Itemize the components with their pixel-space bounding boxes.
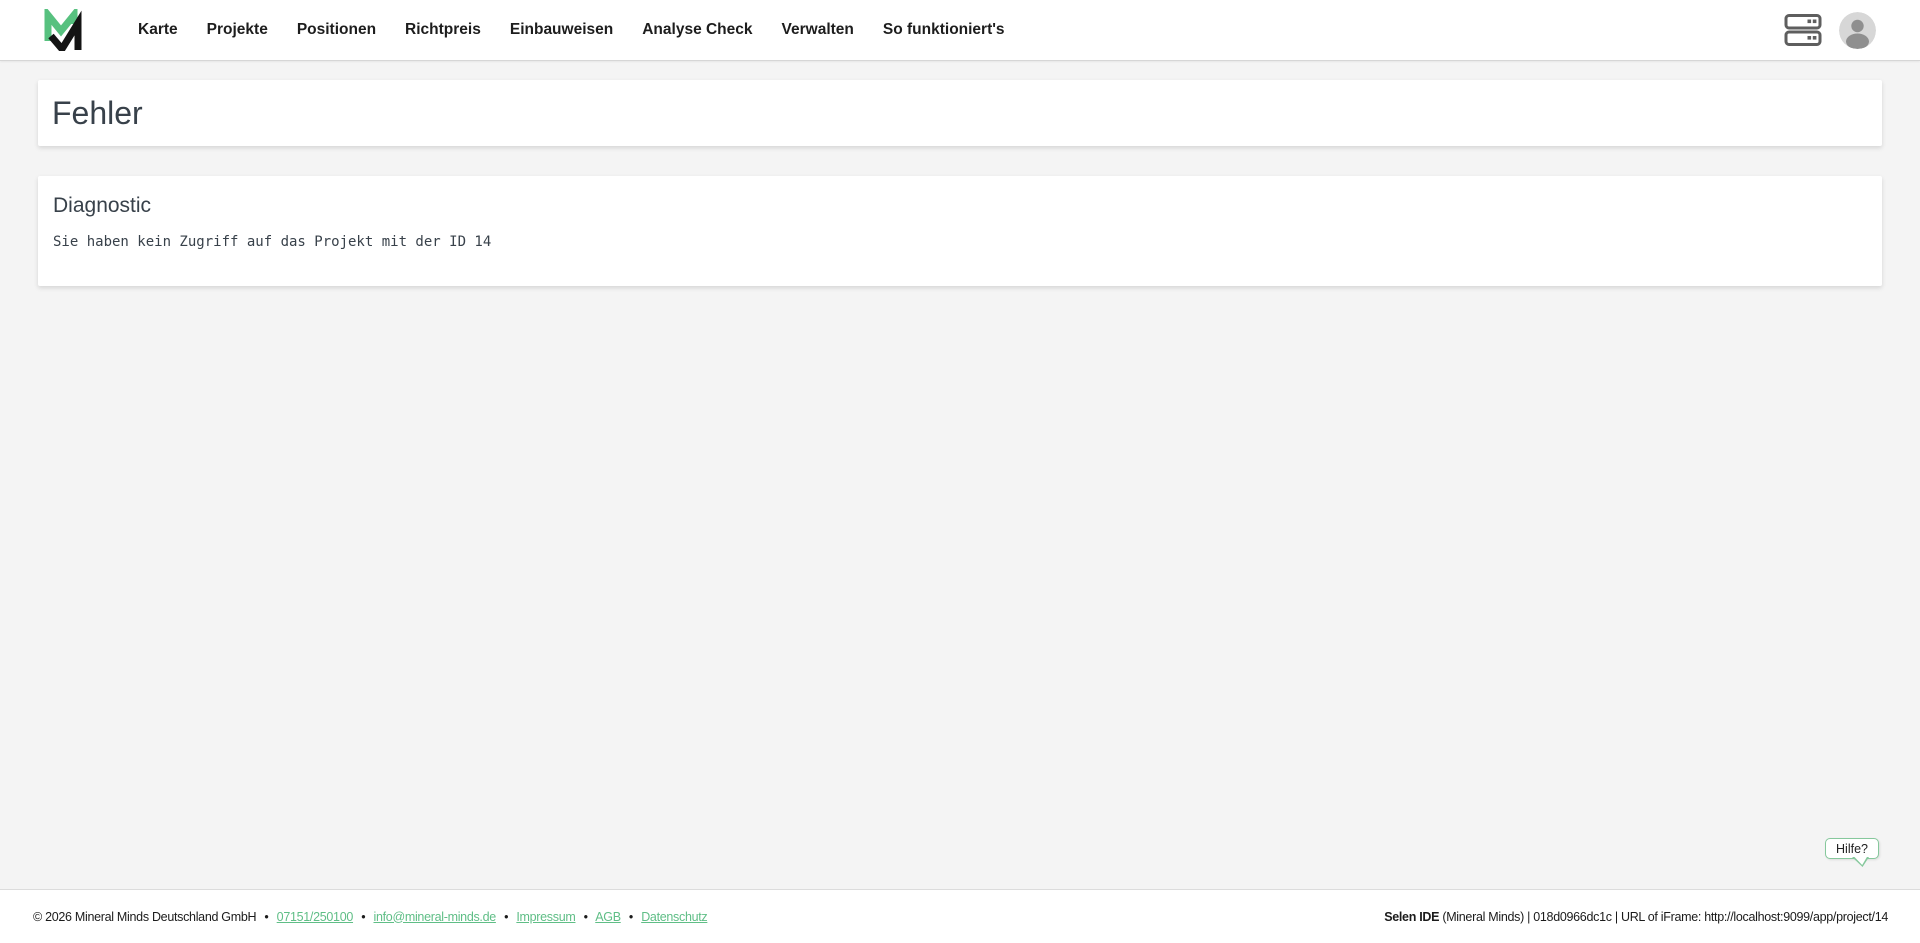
footer-link-phone[interactable]: 07151/250100 — [277, 910, 354, 924]
user-avatar-icon[interactable] — [1839, 11, 1876, 49]
footer-link-agb[interactable]: AGB — [595, 910, 621, 924]
footer-separator: • — [361, 909, 366, 924]
diagnostic-message: Sie haben kein Zugriff auf das Projekt m… — [53, 234, 492, 250]
nav-item-projekte[interactable]: Projekte — [207, 21, 268, 39]
nav-item-karte[interactable]: Karte — [138, 21, 178, 39]
footer-link-email[interactable]: info@mineral-minds.de — [373, 910, 496, 924]
nav-item-analyse-check[interactable]: Analyse Check — [642, 21, 752, 39]
nav-item-richtpreis[interactable]: Richtpreis — [405, 21, 481, 39]
nav-item-positionen[interactable]: Positionen — [297, 21, 376, 39]
page-footer: © 2026 Mineral Minds Deutschland GmbH • … — [0, 889, 1920, 943]
footer-separator: • — [628, 909, 633, 924]
footer-separator: • — [264, 909, 269, 924]
error-title-panel: Fehler — [38, 80, 1882, 146]
footer-system-info: Selen IDE (Mineral Minds) | 018d0966dc1c… — [1384, 910, 1888, 924]
storage-icon[interactable] — [1784, 13, 1822, 47]
header-actions — [1784, 11, 1876, 49]
top-navbar: Karte Projekte Positionen Richtpreis Ein… — [0, 0, 1920, 61]
diagnostic-panel: Diagnostic Sie haben kein Zugriff auf da… — [38, 176, 1882, 286]
help-button[interactable]: Hilfe? — [1825, 838, 1879, 859]
footer-link-datenschutz[interactable]: Datenschutz — [641, 910, 707, 924]
copyright-text: © 2026 Mineral Minds Deutschland GmbH — [33, 909, 257, 924]
footer-link-impressum[interactable]: Impressum — [516, 910, 575, 924]
nav-item-so-funktionierts[interactable]: So funktioniert's — [883, 21, 1005, 39]
nav-item-verwalten[interactable]: Verwalten — [782, 21, 854, 39]
footer-company-info: © 2026 Mineral Minds Deutschland GmbH • … — [33, 909, 708, 924]
page-title: Fehler — [52, 94, 143, 131]
system-app-name: Selen IDE — [1384, 909, 1440, 924]
system-details: (Mineral Minds) | 018d0966dc1c | URL of … — [1439, 909, 1888, 924]
footer-separator: • — [583, 909, 588, 924]
footer-separator: • — [504, 909, 509, 924]
diagnostic-heading: Diagnostic — [53, 194, 152, 217]
content-area: Fehler Diagnostic Sie haben kein Zugriff… — [0, 62, 1920, 889]
nav-item-einbauweisen[interactable]: Einbauweisen — [510, 21, 613, 39]
help-button-label: Hilfe? — [1836, 841, 1868, 856]
mineral-minds-logo-icon[interactable] — [44, 9, 84, 51]
main-navigation: Karte Projekte Positionen Richtpreis Ein… — [138, 21, 1005, 39]
